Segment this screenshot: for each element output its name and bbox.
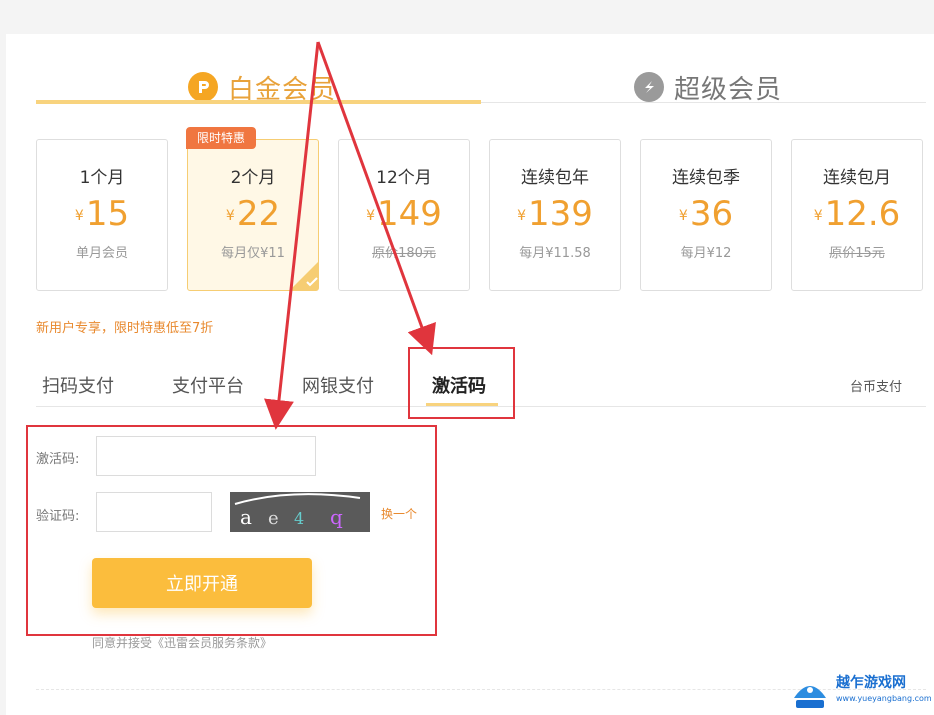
- watermark-logo-icon: [794, 686, 826, 708]
- site-watermark: 越乍游戏网 www.yueyangbang.com: [790, 672, 932, 712]
- annotation-arrows: [264, 41, 436, 430]
- watermark-name: 越乍游戏网: [836, 675, 906, 691]
- watermark-url: www.yueyangbang.com: [836, 694, 932, 703]
